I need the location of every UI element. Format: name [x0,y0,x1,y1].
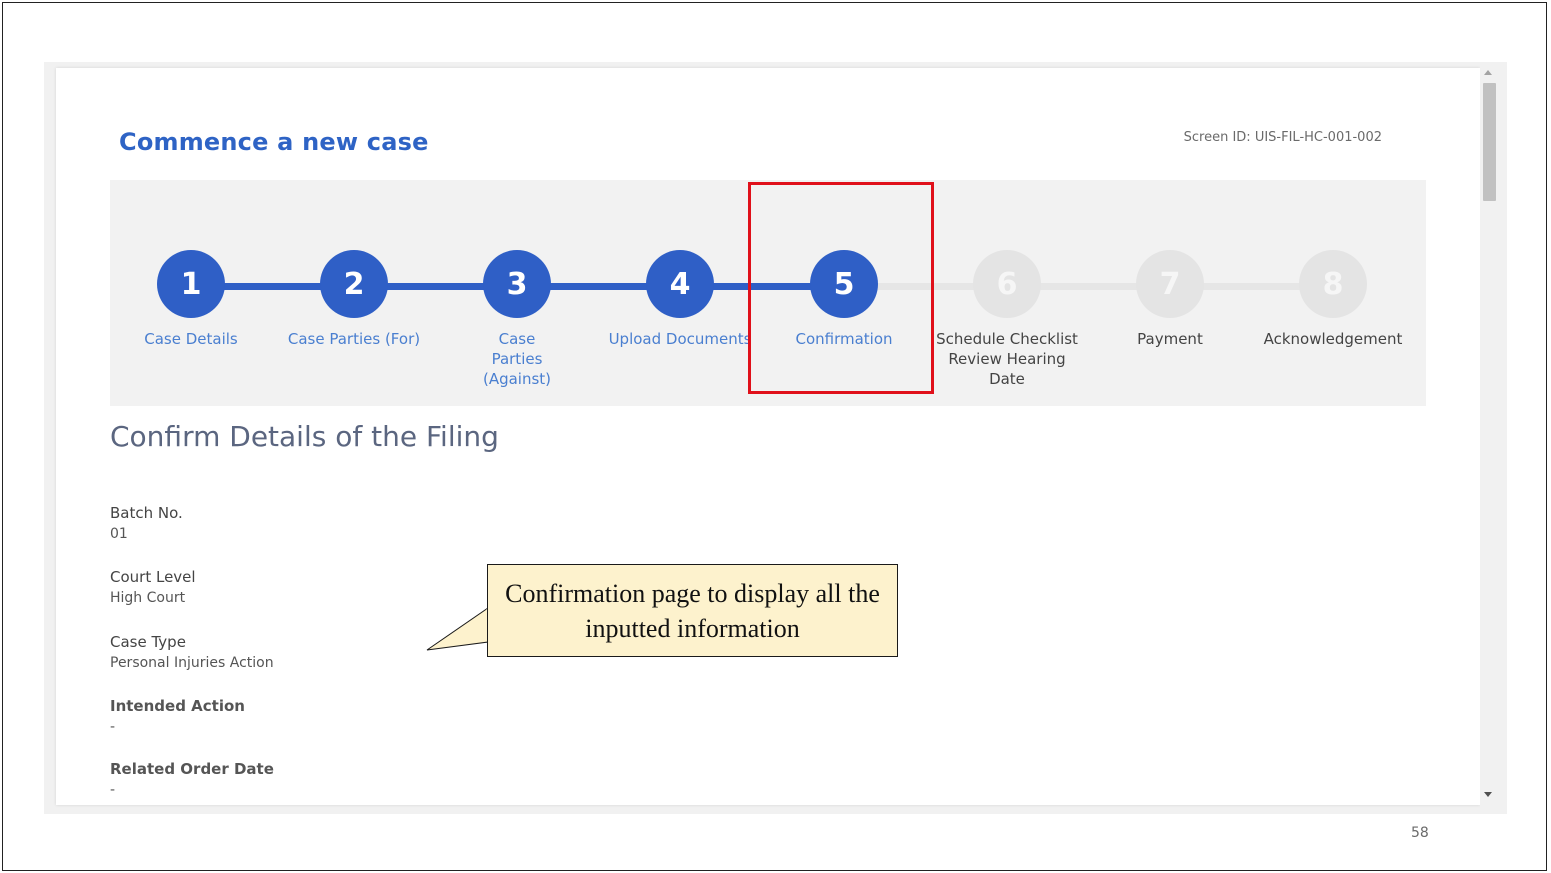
scroll-up-arrow-icon[interactable] [1484,70,1492,75]
field-label: Intended Action [110,697,245,715]
field-batch-no: Batch No. 01 [110,504,183,542]
scroll-down-arrow-icon[interactable] [1484,792,1492,797]
step-3[interactable]: 3 Case Parties (Against) [437,250,597,389]
step-7-circle: 7 [1136,250,1204,318]
step-6[interactable]: 6 Schedule Checklist Review Hearing Date [927,250,1087,389]
page-title: Commence a new case [119,128,429,156]
step-2-circle: 2 [320,250,388,318]
field-value: 01 [110,526,128,542]
step-4-circle: 4 [646,250,714,318]
field-value: - [110,782,116,798]
step-7[interactable]: 7 Payment [1090,250,1250,349]
field-value: High Court [110,590,186,606]
callout-pointer-icon [426,608,490,651]
step-4[interactable]: 4 Upload Documents [600,250,760,349]
step-3-circle: 3 [483,250,551,318]
field-case-type: Case Type Personal Injuries Action [110,633,274,671]
vertical-scrollbar[interactable] [1480,62,1500,810]
step-8[interactable]: 8 Acknowledgement [1253,250,1413,349]
step-5-circle: 5 [810,250,878,318]
scroll-thumb[interactable] [1483,83,1496,201]
step-3-label: Case Parties (Against) [482,330,552,388]
step-1-label: Case Details [144,330,238,348]
screen-id: Screen ID: UIS-FIL-HC-001-002 [1183,130,1382,145]
main-panel: Commence a new case Screen ID: UIS-FIL-H… [56,68,1480,805]
field-label: Case Type [110,633,186,651]
field-label: Batch No. [110,504,183,522]
field-court-level: Court Level High Court [110,568,196,606]
step-8-label: Acknowledgement [1263,330,1403,348]
field-label: Related Order Date [110,760,274,778]
step-2[interactable]: 2 Case Parties (For) [274,250,434,349]
step-2-label: Case Parties (For) [287,330,421,348]
field-related-order-date: Related Order Date - [110,760,274,798]
field-value: Personal Injuries Action [110,655,274,671]
annotation-callout: Confirmation page to display all the inp… [487,564,898,657]
field-intended-action: Intended Action - [110,697,245,735]
step-6-label: Schedule Checklist Review Hearing Date [936,330,1078,388]
slide-page-number: 58 [1411,825,1429,841]
app-screenshot: Commence a new case Screen ID: UIS-FIL-H… [44,62,1507,814]
step-7-label: Payment [1137,330,1203,348]
step-8-circle: 8 [1299,250,1367,318]
step-4-label: Upload Documents [608,330,752,348]
step-1[interactable]: 1 Case Details [111,250,271,349]
step-1-circle: 1 [157,250,225,318]
field-label: Court Level [110,568,196,586]
section-heading: Confirm Details of the Filing [110,420,499,453]
step-6-circle: 6 [973,250,1041,318]
field-value: - [110,719,116,735]
